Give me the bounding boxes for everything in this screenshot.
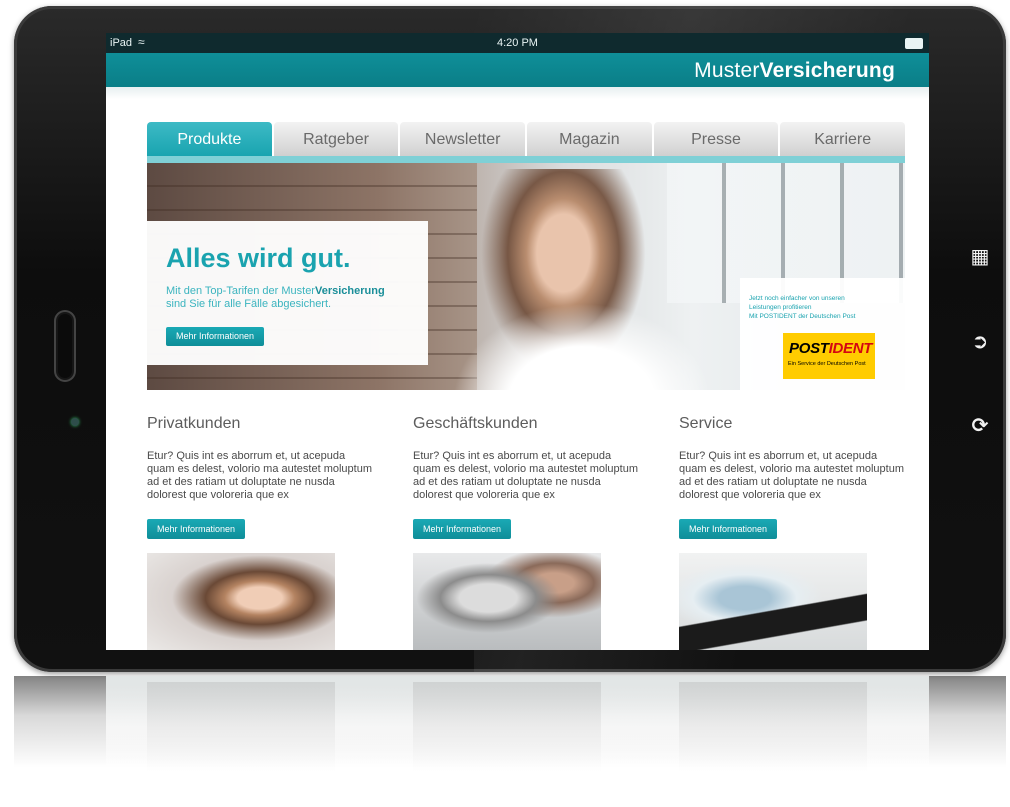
- share-icon[interactable]: ➲: [967, 328, 993, 354]
- device-label: iPad: [110, 37, 133, 49]
- postident-logo-post: POST: [789, 340, 829, 357]
- tab-presse[interactable]: Presse: [653, 122, 779, 156]
- brand-light: Muster: [694, 59, 760, 82]
- column-title: Service: [679, 415, 733, 432]
- tablet-reflection: [14, 676, 1006, 807]
- postident-teaser[interactable]: Jetzt noch einfacher von unseren Leistun…: [740, 278, 905, 390]
- postident-logo[interactable]: POSTIDENT Ein Service der Deutschen Post: [783, 333, 875, 379]
- reflection-photo-2: [413, 682, 601, 772]
- hero-photo-shirt: [452, 303, 712, 390]
- column-text: Etur? Quis int es aborrum et, ut acepuda…: [147, 450, 373, 501]
- column-service: Service Etur? Quis int es aborrum et, ut…: [679, 415, 904, 650]
- header-shadow: [106, 87, 929, 99]
- column-title: Geschäftskunden: [413, 415, 538, 432]
- postident-logo-text: POSTIDENT: [789, 340, 872, 357]
- photo-girl: [147, 553, 335, 650]
- screen-reflection: [106, 676, 929, 807]
- battery-icon: [905, 38, 923, 49]
- tab-ratgeber[interactable]: Ratgeber: [273, 122, 399, 156]
- hero-subtitle-post: sind Sie für alle Fälle abgesichert.: [166, 298, 332, 310]
- wifi-icon: ≈: [138, 35, 145, 49]
- hero-subtitle: Mit den Top-Tarifen der MusterVersicheru…: [166, 285, 421, 311]
- postident-line3: Mit POSTIDENT der Deutschen Post: [749, 313, 856, 320]
- tablet-screen: iPad ≈ 4:20 PM MusterVersicherung Produk…: [106, 33, 929, 650]
- status-time: 4:20 PM: [497, 37, 538, 49]
- hero-subtitle-brand: Versicherung: [314, 285, 385, 297]
- hero-title: Alles wird gut.: [166, 243, 351, 273]
- column-title: Privatkunden: [147, 415, 241, 432]
- service-more-info-button[interactable]: Mehr Informationen: [679, 519, 778, 539]
- home-button[interactable]: [54, 310, 76, 382]
- main-nav: Produkte Ratgeber Newsletter Magazin Pre…: [147, 122, 906, 156]
- column-text: Etur? Quis int es aborrum et, ut acepuda…: [679, 450, 905, 501]
- postident-text: Jetzt noch einfacher von unseren Leistun…: [749, 294, 905, 321]
- brand-bold: Versicherung: [759, 59, 895, 82]
- site-header: MusterVersicherung: [106, 53, 929, 87]
- column-text: Etur? Quis int es aborrum et, ut acepuda…: [413, 450, 639, 501]
- column-geschaeftskunden: Geschäftskunden Etur? Quis int es aborru…: [413, 415, 638, 650]
- postident-logo-sub: Ein Service der Deutschen Post: [788, 361, 866, 367]
- hero-more-info-button[interactable]: Mehr Informationen: [166, 327, 265, 346]
- nav-underline: [147, 156, 905, 163]
- tab-karriere[interactable]: Karriere: [780, 122, 906, 156]
- brand-logo[interactable]: MusterVersicherung: [694, 59, 895, 83]
- reflection-photo-3: [679, 682, 867, 772]
- privatkunden-more-info-button[interactable]: Mehr Informationen: [147, 519, 246, 539]
- tab-magazin[interactable]: Magazin: [527, 122, 652, 156]
- grid-icon[interactable]: ▦: [967, 243, 993, 269]
- status-bar: iPad ≈ 4:20 PM: [106, 33, 929, 53]
- reflection-photo-1: [147, 682, 335, 772]
- tab-produkte[interactable]: Produkte: [147, 122, 272, 156]
- postident-line2: Leistungen profitieren: [749, 304, 812, 311]
- column-privatkunden: Privatkunden Etur? Quis int es aborrum e…: [147, 415, 372, 650]
- photo-office-desk: [679, 553, 867, 650]
- hero-subtitle-pre: Mit den Top-Tarifen der Muster: [166, 285, 315, 297]
- photo-business-people: [413, 553, 601, 650]
- tab-newsletter[interactable]: Newsletter: [400, 122, 526, 156]
- hero-banner: Alles wird gut. Mit den Top-Tarifen der …: [147, 163, 905, 390]
- postident-line1: Jetzt noch einfacher von unseren: [749, 295, 845, 302]
- geschaeftskunden-more-info-button[interactable]: Mehr Informationen: [413, 519, 512, 539]
- hero-text-box: Alles wird gut. Mit den Top-Tarifen der …: [147, 221, 428, 365]
- refresh-icon[interactable]: ⟳: [967, 412, 993, 438]
- camera-icon: [71, 418, 79, 426]
- postident-logo-ident: IDENT: [828, 340, 873, 357]
